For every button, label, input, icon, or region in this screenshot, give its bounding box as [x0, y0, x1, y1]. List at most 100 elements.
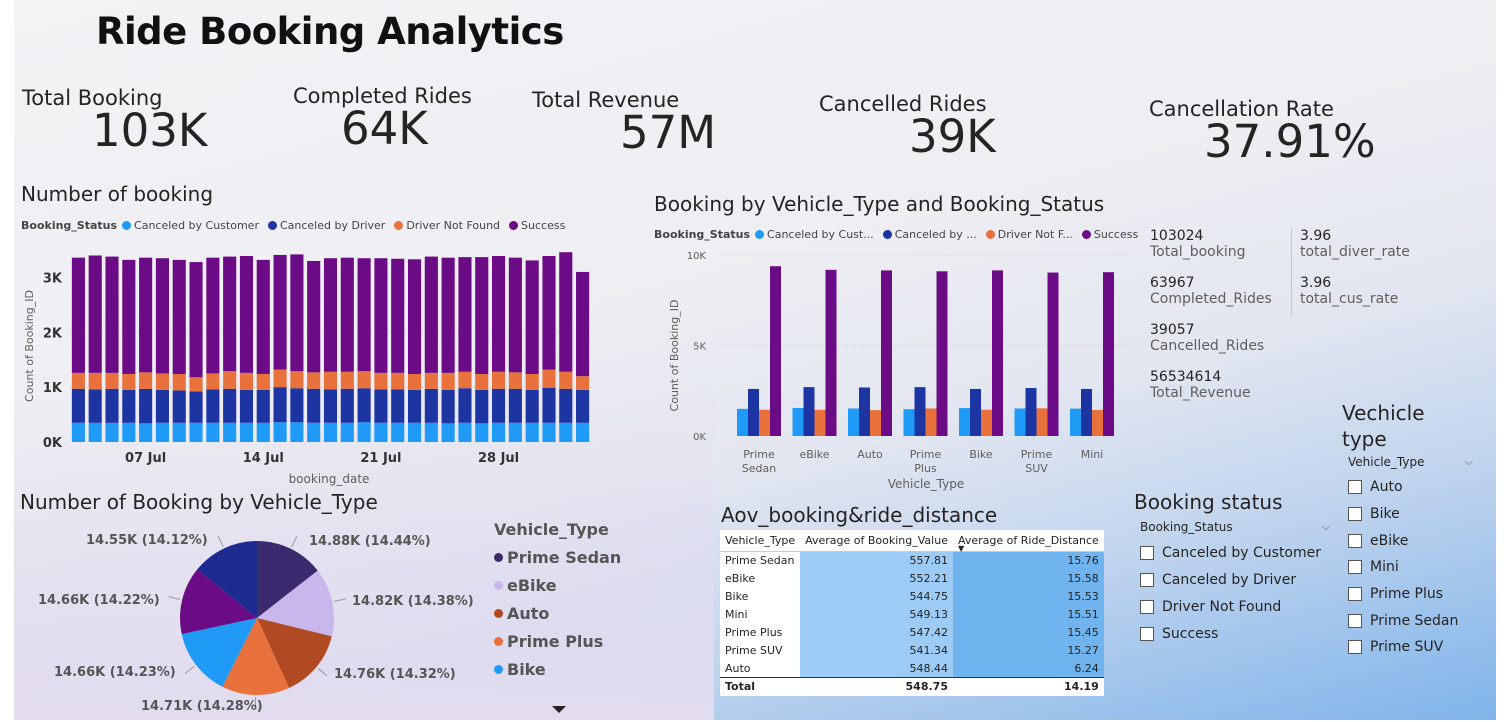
- bar[interactable]: [870, 410, 881, 436]
- checkbox[interactable]: [1140, 545, 1154, 560]
- bar[interactable]: [1103, 272, 1114, 436]
- column-header[interactable]: Average of Ride_Distance ▼: [952, 530, 1104, 553]
- aov-table[interactable]: Vehicle_Type Average of Booking_Value Av…: [720, 530, 1104, 696]
- bar-segment[interactable]: [122, 389, 136, 423]
- bar-segment[interactable]: [256, 389, 270, 423]
- bar-segment[interactable]: [458, 422, 472, 442]
- bar-segment[interactable]: [475, 373, 489, 390]
- bar-segment[interactable]: [391, 422, 405, 442]
- bar[interactable]: [792, 407, 804, 436]
- bar-segment[interactable]: [441, 423, 455, 442]
- bar[interactable]: [825, 269, 837, 436]
- bar-segment[interactable]: [475, 389, 489, 424]
- bar-segment[interactable]: [206, 422, 220, 442]
- bar-segment[interactable]: [71, 388, 85, 423]
- bar-segment[interactable]: [508, 422, 522, 442]
- kpi-completed-rides[interactable]: Completed Rides 64K: [293, 84, 472, 155]
- bar[interactable]: [814, 409, 826, 436]
- bar[interactable]: [1014, 408, 1026, 436]
- booking-status-slicer[interactable]: Booking_Status ⌵ Canceled by Customer Can…: [1140, 518, 1330, 647]
- vehicle-clustered-bar-chart[interactable]: 0K5K10KPrimeSedaneBike Auto PrimePlusBike P…: [644, 244, 1134, 494]
- bar-segment[interactable]: [424, 372, 438, 389]
- bar[interactable]: [903, 409, 915, 436]
- bar-segment[interactable]: [273, 422, 287, 442]
- bar[interactable]: [981, 409, 992, 436]
- legend-item[interactable]: Driver Not F...: [985, 228, 1073, 241]
- bar-segment[interactable]: [189, 422, 203, 442]
- bar-segment[interactable]: [323, 371, 338, 390]
- legend-item[interactable]: Canceled by Driver: [267, 219, 385, 232]
- checkbox[interactable]: [1140, 626, 1154, 641]
- bar[interactable]: [737, 408, 748, 436]
- legend-item[interactable]: Success: [1081, 228, 1138, 241]
- bar[interactable]: [803, 387, 815, 436]
- bar-segment[interactable]: [155, 389, 169, 423]
- bar-segment[interactable]: [307, 388, 321, 423]
- bar-segment[interactable]: [508, 372, 522, 389]
- bar-segment[interactable]: [391, 372, 405, 390]
- checkbox[interactable]: [1140, 572, 1154, 587]
- bar-segment[interactable]: [239, 422, 254, 442]
- bar-segment[interactable]: [374, 422, 388, 442]
- bar-segment[interactable]: [441, 372, 455, 390]
- table-row[interactable]: Auto 548.44 6.24: [720, 659, 1104, 678]
- table-row[interactable]: Prime SUV 541.34 15.27: [720, 641, 1104, 660]
- table-total-row[interactable]: Total 548.75 14.19: [720, 677, 1104, 696]
- bar-segment[interactable]: [105, 256, 119, 373]
- bar-segment[interactable]: [340, 422, 354, 442]
- slicer-header[interactable]: Vehicle_Type ⌵: [1348, 453, 1473, 471]
- bar-segment[interactable]: [307, 422, 321, 442]
- pie-legend-item[interactable]: Prime Sedan: [494, 543, 621, 571]
- bar-segment[interactable]: [559, 252, 573, 372]
- bar-segment[interactable]: [424, 256, 438, 373]
- bar[interactable]: [936, 271, 948, 436]
- bar-segment[interactable]: [458, 371, 472, 389]
- bar-segment[interactable]: [475, 257, 489, 374]
- legend-item[interactable]: Canceled by ...: [882, 228, 977, 241]
- pie-legend-item[interactable]: eBike: [494, 571, 621, 599]
- bar-segment[interactable]: [223, 388, 237, 423]
- bar-segment[interactable]: [223, 371, 237, 389]
- bar-segment[interactable]: [374, 389, 388, 423]
- bar-segment[interactable]: [139, 257, 153, 373]
- bar-segment[interactable]: [508, 257, 522, 373]
- bar[interactable]: [1047, 272, 1059, 436]
- bar-segment[interactable]: [323, 258, 338, 372]
- slicer-option[interactable]: Canceled by Driver: [1140, 566, 1330, 593]
- bar[interactable]: [848, 408, 859, 436]
- vehicle-type-slicer[interactable]: Vehicle_Type ⌵ Auto Bike eBike Mini Prime Pl…: [1348, 453, 1473, 661]
- bar-segment[interactable]: [374, 372, 388, 390]
- bar[interactable]: [1070, 408, 1081, 436]
- pie-legend-item[interactable]: Prime Plus: [494, 627, 621, 655]
- bar-segment[interactable]: [542, 256, 556, 370]
- legend-item[interactable]: Driver Not Found: [394, 219, 500, 232]
- checkbox[interactable]: [1348, 533, 1362, 548]
- checkbox[interactable]: [1348, 640, 1362, 655]
- slicer-option[interactable]: eBike: [1348, 527, 1473, 554]
- bar-segment[interactable]: [357, 371, 371, 389]
- bar[interactable]: [1081, 388, 1092, 436]
- bar-segment[interactable]: [189, 262, 203, 378]
- bar-segment[interactable]: [407, 259, 422, 374]
- slicer-option[interactable]: Auto: [1348, 474, 1473, 501]
- pie-legend-item[interactable]: Auto: [494, 599, 621, 627]
- bar-segment[interactable]: [239, 372, 254, 390]
- bar-segment[interactable]: [525, 373, 539, 390]
- bar-segment[interactable]: [172, 422, 186, 442]
- bar-segment[interactable]: [441, 389, 455, 424]
- bar-segment[interactable]: [206, 389, 220, 423]
- kpi-cancellation-rate[interactable]: Cancellation Rate 37.91%: [1149, 97, 1376, 168]
- bar[interactable]: [759, 409, 770, 436]
- bar[interactable]: [970, 388, 981, 436]
- bar-segment[interactable]: [88, 255, 102, 373]
- slicer-option[interactable]: Driver Not Found: [1140, 593, 1330, 620]
- checkbox[interactable]: [1348, 587, 1362, 602]
- bar-segment[interactable]: [492, 422, 506, 442]
- bar-segment[interactable]: [88, 422, 102, 442]
- bar-segment[interactable]: [407, 373, 422, 390]
- slicer-option[interactable]: Bike: [1348, 501, 1473, 528]
- bar-segment[interactable]: [559, 422, 573, 442]
- bar-segment[interactable]: [525, 389, 539, 423]
- bar-segment[interactable]: [508, 388, 522, 423]
- slicer-option[interactable]: Prime Sedan: [1348, 607, 1473, 634]
